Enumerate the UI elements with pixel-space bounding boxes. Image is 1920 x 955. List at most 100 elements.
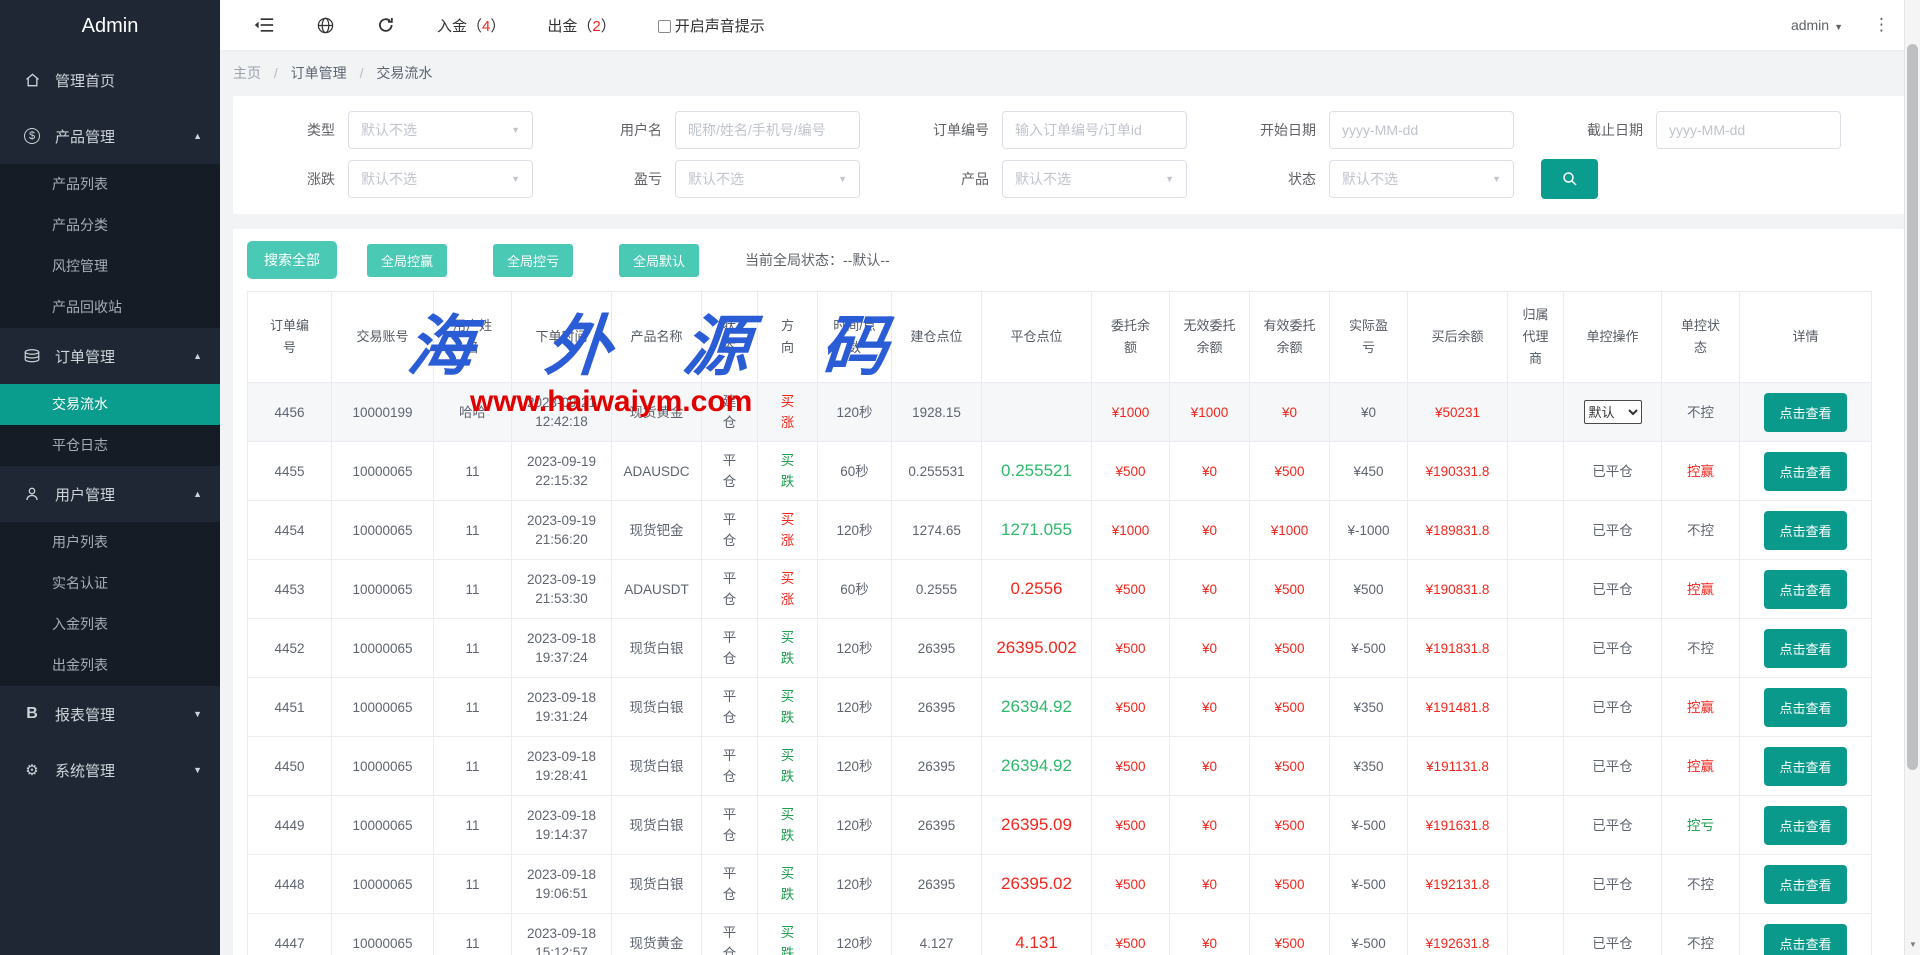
cell-time: 2023-09-18 19:31:24	[512, 678, 612, 737]
cell-status: 平仓	[702, 619, 758, 678]
refresh-icon[interactable]	[377, 16, 395, 34]
global-lose-button[interactable]: 全局控亏	[493, 244, 573, 277]
cell-time: 2023-09-21 12:42:18	[512, 383, 612, 442]
globe-icon[interactable]	[316, 16, 335, 35]
column-header: 交易账号	[332, 292, 434, 383]
cell-status: 平仓	[702, 855, 758, 914]
cell-open: 26395	[892, 796, 982, 855]
column-header: 买后余额	[1408, 292, 1508, 383]
breadcrumb-home[interactable]: 主页	[233, 65, 261, 81]
sidebar-section-2[interactable]: 订单管理▲	[0, 328, 220, 384]
search-all-button[interactable]: 搜索全部	[247, 241, 337, 279]
sidebar-section-label: 系统管理	[55, 760, 115, 781]
filter-label: 类型	[233, 120, 348, 140]
sound-checkbox[interactable]	[658, 20, 671, 33]
view-detail-button[interactable]: 点击查看	[1764, 452, 1846, 491]
cell-close: 0.2556	[982, 560, 1092, 619]
cell-agent	[1508, 855, 1564, 914]
view-detail-button[interactable]: 点击查看	[1764, 806, 1846, 845]
sidebar-section-4[interactable]: B 报表管理 ▼	[0, 686, 220, 742]
global-default-button[interactable]: 全局默认	[619, 244, 699, 277]
sidebar-subitem[interactable]: 入金列表	[0, 604, 220, 645]
cell-status: 平仓	[702, 914, 758, 955]
withdraw-counter[interactable]: 出金（2）	[547, 15, 615, 36]
gear-icon: ⚙	[22, 761, 42, 779]
orders-icon	[22, 348, 42, 365]
filter-select[interactable]: 默认不选▼	[1002, 160, 1187, 198]
filter-select[interactable]: 默认不选▼	[675, 160, 860, 198]
view-detail-button[interactable]: 点击查看	[1764, 629, 1846, 668]
filter-input[interactable]	[675, 111, 860, 149]
table-row: 445510000065112023-09-19 22:15:32ADAUSDC…	[248, 442, 1872, 501]
scrollbar-thumb[interactable]	[1907, 44, 1918, 770]
filter-field: 截止日期	[1541, 111, 1868, 149]
view-detail-button[interactable]: 点击查看	[1764, 865, 1846, 904]
view-detail-button[interactable]: 点击查看	[1764, 688, 1846, 727]
user-menu[interactable]: admin▼	[1791, 17, 1843, 33]
cell-control: 控赢	[1662, 737, 1740, 796]
cell-name: 11	[434, 560, 512, 619]
sidebar-section-1[interactable]: $产品管理▲	[0, 108, 220, 164]
cell-time: 2023-09-18 19:06:51	[512, 855, 612, 914]
actions-row: 搜索全部 全局控赢 全局控亏 全局默认 当前全局状态：--默认--	[247, 241, 1890, 279]
sidebar-section-3[interactable]: 用户管理▲	[0, 466, 220, 522]
page-scrollbar: ▼	[1904, 0, 1920, 955]
view-detail-button[interactable]: 点击查看	[1764, 511, 1846, 550]
filter-select[interactable]: 默认不选▼	[348, 111, 533, 149]
cell-close: 26394.92	[982, 737, 1092, 796]
scrollbar-down-arrow[interactable]: ▼	[1909, 940, 1917, 949]
cell-balance: ¥191481.8	[1408, 678, 1508, 737]
table-row: 445010000065112023-09-18 19:28:41现货白银平仓买…	[248, 737, 1872, 796]
cell-name: 11	[434, 678, 512, 737]
filter-input[interactable]	[1656, 111, 1841, 149]
chevron-down-icon: ▼	[1165, 174, 1174, 184]
breadcrumb-orders[interactable]: 订单管理	[291, 65, 347, 81]
cell-profit: ¥-500	[1330, 619, 1408, 678]
menu-fold-icon[interactable]	[254, 16, 274, 34]
sidebar-subitem[interactable]: 产品列表	[0, 164, 220, 205]
sidebar-subitem[interactable]: 风控管理	[0, 246, 220, 287]
sidebar-subitem[interactable]: 实名认证	[0, 563, 220, 604]
cell-account: 10000065	[332, 737, 434, 796]
sidebar-section-5[interactable]: ⚙系统管理▼	[0, 742, 220, 798]
sidebar-section-0[interactable]: 管理首页	[0, 52, 220, 108]
view-detail-button[interactable]: 点击查看	[1764, 924, 1846, 955]
filter-select[interactable]: 默认不选▼	[348, 160, 533, 198]
search-icon	[1561, 170, 1579, 188]
sidebar-subitem[interactable]: 平仓日志	[0, 425, 220, 466]
sidebar-subitem[interactable]: 产品分类	[0, 205, 220, 246]
cell-direction: 买跌	[758, 442, 818, 501]
cell-valid: ¥1000	[1250, 501, 1330, 560]
report-icon: B	[22, 705, 42, 723]
filter-input[interactable]	[1002, 111, 1187, 149]
column-header: 详情	[1740, 292, 1872, 383]
sidebar-subitem[interactable]: 产品回收站	[0, 287, 220, 328]
cell-detail: 点击查看	[1740, 619, 1872, 678]
view-detail-button[interactable]: 点击查看	[1764, 747, 1846, 786]
filter-search-button[interactable]	[1541, 159, 1598, 199]
filter-label: 状态	[1214, 169, 1329, 189]
cell-product: 现货白银	[612, 678, 702, 737]
cell-balance: ¥191131.8	[1408, 737, 1508, 796]
sidebar-subitem[interactable]: 交易流水	[0, 384, 220, 425]
sidebar-subitem[interactable]: 用户列表	[0, 522, 220, 563]
global-win-button[interactable]: 全局控赢	[367, 244, 447, 277]
sidebar-section-label: 报表管理	[55, 704, 115, 725]
cell-direction: 买跌	[758, 737, 818, 796]
deposit-counter[interactable]: 入金（4）	[437, 15, 505, 36]
cell-operation: 已平仓	[1564, 619, 1662, 678]
cell-close: 26395.02	[982, 855, 1092, 914]
view-detail-button[interactable]: 点击查看	[1764, 570, 1846, 609]
cell-detail: 点击查看	[1740, 560, 1872, 619]
view-detail-button[interactable]: 点击查看	[1764, 393, 1846, 432]
chevron-down-icon: ▼	[193, 709, 202, 719]
cell-control: 控赢	[1662, 560, 1740, 619]
filter-input[interactable]	[1329, 111, 1514, 149]
cell-close: 4.131	[982, 914, 1092, 955]
more-options-icon[interactable]: ⋮	[1873, 15, 1890, 35]
filter-select[interactable]: 默认不选▼	[1329, 160, 1514, 198]
cell-close: 1271.055	[982, 501, 1092, 560]
row-control-select[interactable]: 默认	[1584, 400, 1642, 424]
cell-invalid: ¥0	[1170, 914, 1250, 955]
sidebar-subitem[interactable]: 出金列表	[0, 645, 220, 686]
